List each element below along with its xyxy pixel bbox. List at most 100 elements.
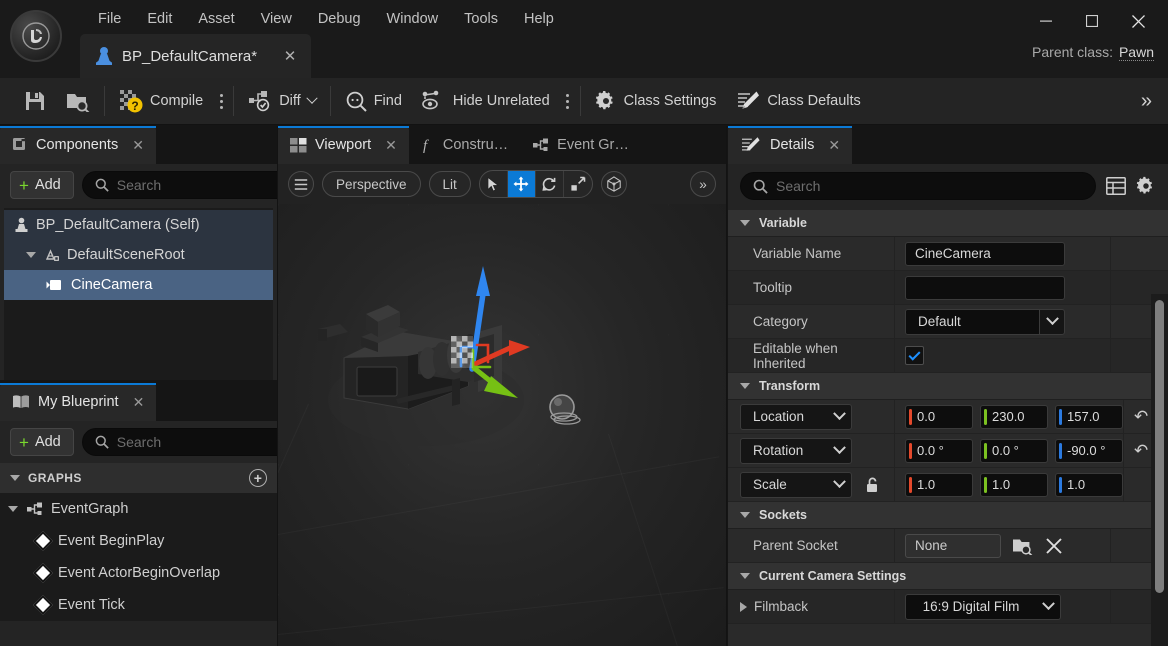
save-button[interactable] [14,82,56,120]
document-tab-bp-defaultcamera[interactable]: BP_DefaultCamera* ✕ [80,34,312,78]
scale-x-input[interactable]: 1.0 [905,472,973,497]
scale-dropdown[interactable]: Scale [740,471,852,498]
menu-window[interactable]: Window [374,6,452,32]
camera-mode-button[interactable]: Perspective [322,171,421,197]
expander-triangle-icon[interactable] [10,475,20,481]
rotation-z-input[interactable]: -90.0 ° [1055,438,1123,463]
compile-button[interactable]: ? Compile [109,82,213,120]
tab-construction-script[interactable]: f Constru… [409,126,520,164]
scale-lock-icon[interactable] [865,477,880,493]
minimize-button[interactable] [1024,6,1068,36]
my-blueprint-add-button[interactable]: + Add [10,428,74,456]
details-search-input[interactable] [776,178,1083,194]
scale-z-input[interactable]: 1.0 [1055,472,1123,497]
view-mode-button[interactable]: Lit [428,171,471,197]
my-blueprint-search-input[interactable] [116,434,298,450]
tree-item-cinecamera[interactable]: CineCamera [4,270,273,300]
list-item-event-tick[interactable]: Event Tick [0,589,277,621]
class-settings-button[interactable]: Class Settings [585,82,727,120]
components-add-button[interactable]: + Add [10,171,74,199]
components-tab-close-icon[interactable]: ✕ [132,137,144,154]
parent-socket-clear-icon[interactable] [1046,537,1062,554]
expander-triangle-icon[interactable] [740,383,750,389]
editable-when-inherited-checkbox[interactable] [905,346,924,365]
tab-details[interactable]: Details ✕ [728,126,853,164]
graphs-section-header[interactable]: GRAPHS + [0,463,277,493]
parent-socket-browse-icon[interactable] [1012,536,1033,555]
details-scrollbar-thumb[interactable] [1155,300,1164,593]
expander-triangle-icon[interactable] [740,573,750,579]
menu-help[interactable]: Help [511,6,567,32]
variable-name-input[interactable]: CineCamera [905,241,1065,266]
location-z-input[interactable]: 157.0 [1055,404,1123,429]
parent-socket-value[interactable]: None [905,533,1001,558]
find-button[interactable]: Find [335,82,412,120]
rotation-x-input[interactable]: 0.0 ° [905,438,973,463]
maximize-button[interactable] [1070,6,1114,36]
tab-event-graph[interactable]: Event Gr… [520,126,641,164]
viewport-overflow-button[interactable]: » [690,171,716,197]
tree-item-self[interactable]: BP_DefaultCamera (Self) [4,210,273,240]
coordinate-system-button[interactable] [600,171,627,197]
menu-tools[interactable]: Tools [451,6,511,32]
unreal-logo-icon[interactable] [10,10,62,62]
rotate-tool-button[interactable] [536,171,564,197]
filmback-dropdown[interactable]: 16:9 Digital Film [905,593,1061,620]
viewport-tab-close-icon[interactable]: ✕ [385,137,397,154]
category-header-variable[interactable]: Variable [728,210,1168,237]
details-search[interactable] [740,172,1096,200]
menu-debug[interactable]: Debug [305,6,374,32]
hide-unrelated-options-icon[interactable] [560,82,576,120]
tab-components[interactable]: Components ✕ [0,126,156,164]
menu-file[interactable]: File [85,6,134,32]
select-tool-button[interactable] [480,171,508,197]
tab-viewport[interactable]: Viewport ✕ [278,126,409,164]
expander-triangle-icon[interactable] [8,506,18,512]
menu-edit[interactable]: Edit [134,6,185,32]
menu-view[interactable]: View [248,6,305,32]
location-y-input[interactable]: 230.0 [980,404,1048,429]
hide-unrelated-button[interactable]: Hide Unrelated [412,82,560,120]
scale-y-input[interactable]: 1.0 [980,472,1048,497]
expander-triangle-collapsed-icon[interactable] [740,601,747,612]
list-item-event-actorbeginoverlap[interactable]: Event ActorBeginOverlap [0,557,277,589]
viewport-canvas[interactable] [278,204,726,646]
rotation-y-input[interactable]: 0.0 ° [980,438,1048,463]
menu-asset[interactable]: Asset [185,6,247,32]
add-graph-icon[interactable]: + [249,469,267,487]
components-search-input[interactable] [116,177,298,193]
expander-triangle-icon[interactable] [740,512,750,518]
browse-asset-button[interactable] [56,82,100,120]
details-columns-button[interactable] [1106,177,1126,195]
list-item-eventgraph[interactable]: EventGraph [0,493,277,525]
close-button[interactable] [1116,6,1160,36]
move-tool-button[interactable] [507,171,536,197]
reset-location-icon[interactable]: ↶ [1134,408,1148,425]
category-header-current-camera-settings[interactable]: Current Camera Settings [728,563,1168,590]
document-tab-close-icon[interactable]: ✕ [279,45,301,67]
details-tab-close-icon[interactable]: ✕ [828,137,840,154]
list-item-event-beginplay[interactable]: Event BeginPlay [0,525,277,557]
reset-rotation-icon[interactable]: ↶ [1134,442,1148,459]
scale-tool-button[interactable] [564,171,592,197]
viewport-menu-button[interactable] [288,171,314,197]
category-header-transform[interactable]: Transform [728,373,1168,400]
tooltip-input[interactable] [905,275,1065,300]
details-settings-button[interactable] [1136,176,1156,196]
location-x-input[interactable]: 0.0 [905,404,973,429]
diff-button[interactable]: Diff [238,82,326,120]
expander-triangle-icon[interactable] [26,252,36,258]
tree-item-defaultsceneroot[interactable]: DefaultSceneRoot [4,240,273,270]
event-node-icon [33,595,53,615]
my-blueprint-tab-close-icon[interactable]: ✕ [133,394,145,411]
parent-class-value[interactable]: Pawn [1118,44,1154,61]
location-dropdown[interactable]: Location [740,403,852,430]
rotation-dropdown[interactable]: Rotation [740,437,852,464]
tab-my-blueprint[interactable]: My Blueprint ✕ [0,383,157,421]
toolbar-overflow-icon[interactable]: » [1141,90,1168,113]
category-dropdown[interactable]: Default [905,308,1065,335]
compile-options-icon[interactable] [213,82,229,120]
class-defaults-button[interactable]: Class Defaults [726,82,870,120]
category-header-sockets[interactable]: Sockets [728,502,1168,529]
expander-triangle-icon[interactable] [740,220,750,226]
